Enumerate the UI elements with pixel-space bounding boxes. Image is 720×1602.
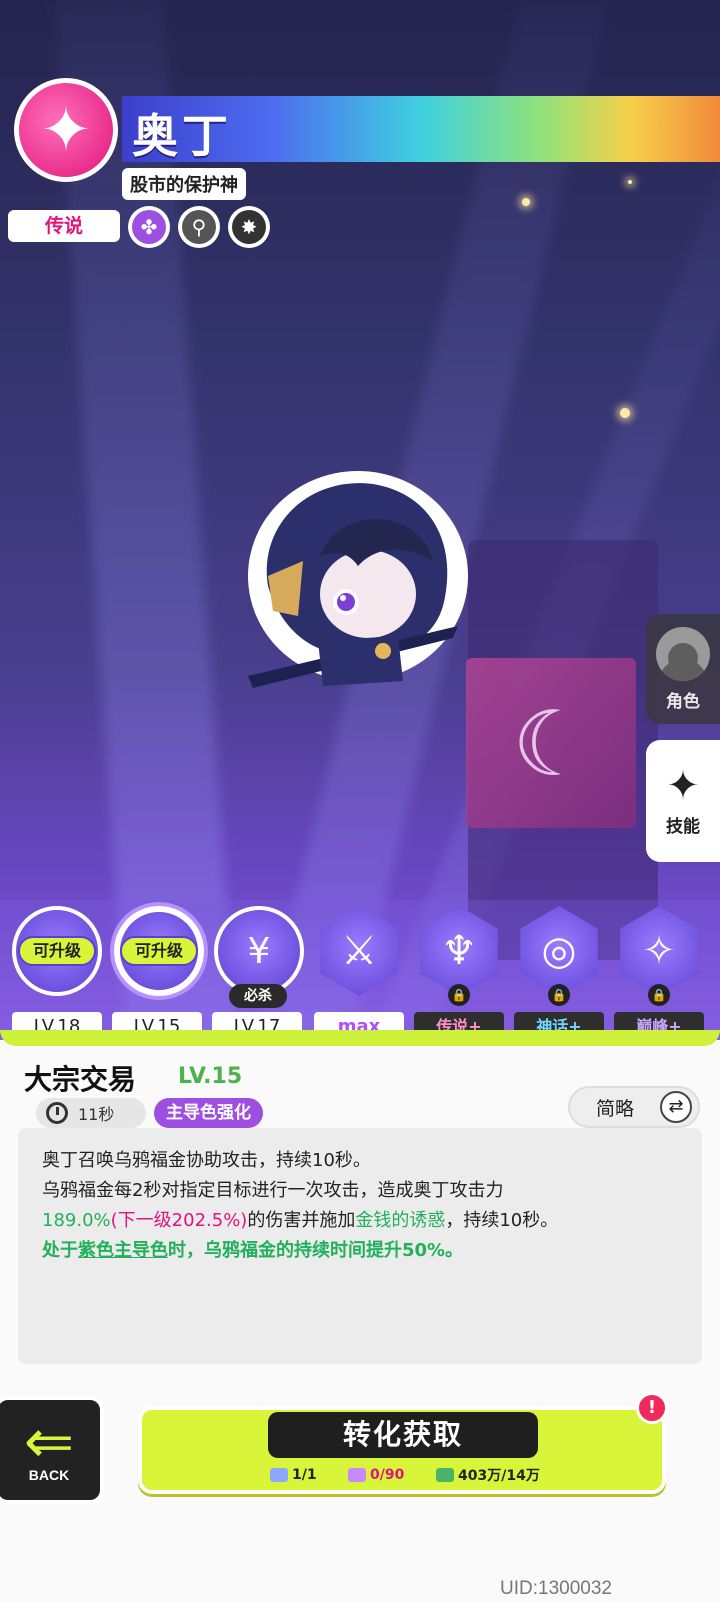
skill-slot-5[interactable]: ♆ 🔒 [414, 906, 504, 1006]
desc-line: 189.0%(下一级202.5%)的伤害并施加金钱的诱惑，持续10秒。 [42, 1206, 678, 1236]
skill-level: LV.15 [178, 1064, 243, 1089]
star-sparkle [620, 408, 630, 418]
lock-icon: 🔒 [648, 984, 670, 1006]
burst-icon: ✸ [232, 210, 266, 244]
moon-sign-icon: ☾ [512, 692, 593, 797]
cooldown-value: 11秒 [78, 1105, 115, 1124]
star-swirl-skill-icon: ✧ [620, 906, 698, 996]
skill-slot-7[interactable]: ✧ 🔒 [614, 906, 704, 1006]
upgradable-badge: 可升级 [120, 936, 198, 966]
rarity-emblem: ✦ [14, 78, 118, 182]
shard-icon [348, 1468, 366, 1482]
slash-skill-icon: ⚔ [320, 906, 398, 996]
trait-burst[interactable]: ✸ [228, 206, 270, 248]
character-sprite[interactable] [228, 466, 478, 716]
cost-shards-value: 0/90 [370, 1467, 405, 1483]
brief-toggle-button[interactable]: 简略 ⇄ [568, 1086, 700, 1128]
trident-skill-icon: ♆ [420, 906, 498, 996]
back-arrow-icon: ⇐ [23, 1407, 75, 1477]
tab-character-label: 角色 [666, 691, 700, 712]
ultimate-badge: 必杀 [229, 984, 287, 1008]
skill-slot-6[interactable]: ◎ 🔒 [514, 906, 604, 1006]
damage-value: 189.0% [42, 1210, 111, 1231]
desc-text: 处于 [42, 1240, 78, 1261]
upgradable-badge: 可升级 [18, 936, 96, 966]
trait-magnifier[interactable]: ⚲ [178, 206, 220, 248]
desc-text: 时，乌鸦福金的持续时间提升50%。 [168, 1240, 464, 1261]
user-id: UID:1300032 [500, 1578, 612, 1599]
cost-shards: 0/90 [348, 1464, 404, 1486]
money-skill-icon: ¥ [214, 906, 304, 996]
sparkle-star-icon: ✦ [666, 762, 700, 809]
tab-skill[interactable]: ✦ 技能 [646, 740, 720, 862]
cost-cards: 1/1 [270, 1464, 317, 1486]
alert-badge: ! [636, 1392, 668, 1424]
avatar-placeholder-icon [656, 626, 710, 681]
vortex-skill-icon: ◎ [520, 906, 598, 996]
back-label: BACK [28, 1467, 70, 1483]
clover-icon: ✤ [132, 210, 166, 244]
rarity-badge: 传说 [8, 210, 120, 242]
swap-icon: ⇄ [660, 1091, 692, 1123]
star-sparkle [522, 198, 530, 206]
clock-icon [46, 1102, 68, 1124]
convert-acquire-button[interactable]: 转化获取 [268, 1412, 538, 1458]
back-button[interactable]: ⇐ BACK [0, 1396, 104, 1504]
cost-cards-value: 1/1 [292, 1467, 317, 1483]
skill-slot-2[interactable]: ❦ 可升级 [114, 906, 204, 996]
desc-line: 处于紫色主导色时，乌鸦福金的持续时间提升50%。 [42, 1236, 678, 1266]
character-subtitle: 股市的保护神 [122, 168, 246, 200]
star-sparkle [628, 180, 632, 184]
status-effect-link[interactable]: 金钱的诱惑 [355, 1210, 445, 1231]
character-name: 奥丁 [132, 109, 232, 163]
dominant-color-link[interactable]: 紫色主导色 [78, 1240, 168, 1261]
desc-line: 奥丁召唤乌鸦福金协助攻击，持续10秒。 [42, 1150, 371, 1171]
magnifier-icon: ⚲ [182, 210, 216, 244]
lock-icon: 🔒 [448, 984, 470, 1006]
sparkle-star-icon: ✦ [40, 93, 92, 166]
desc-line: 乌鸦福金每2秒对指定目标进行一次攻击，造成奥丁攻击力 [42, 1180, 504, 1201]
skill-name: 大宗交易 [24, 1063, 137, 1096]
next-level-value: (下一级202.5%) [110, 1210, 248, 1231]
brief-label: 简略 [596, 1097, 635, 1120]
tab-character[interactable]: 角色 [646, 614, 720, 724]
money-icon [436, 1468, 454, 1482]
trait-clover[interactable]: ✤ [128, 206, 170, 248]
cost-money-value: 403万/14万 [458, 1468, 540, 1484]
tab-skill-label: 技能 [666, 816, 700, 837]
skill-slot-3[interactable]: ¥ [214, 906, 304, 996]
desc-text: 的伤害并施加 [247, 1210, 356, 1231]
skill-description: 奥丁召唤乌鸦福金协助攻击，持续10秒。 乌鸦福金每2秒对指定目标进行一次攻击，造… [18, 1128, 702, 1364]
card-icon [270, 1468, 288, 1482]
desc-text: ，持续10秒。 [445, 1210, 559, 1231]
slime-divider [0, 1030, 720, 1046]
cost-money: 403万/14万 [436, 1464, 540, 1486]
skill-slot-1[interactable]: ✉ 可升级 [12, 906, 102, 996]
lock-icon: 🔒 [548, 984, 570, 1006]
skill-slot-4[interactable]: ⚔ [314, 906, 404, 996]
cooldown-pill: 11秒 [36, 1098, 146, 1128]
dominant-color-tag: 主导色强化 [154, 1098, 263, 1128]
